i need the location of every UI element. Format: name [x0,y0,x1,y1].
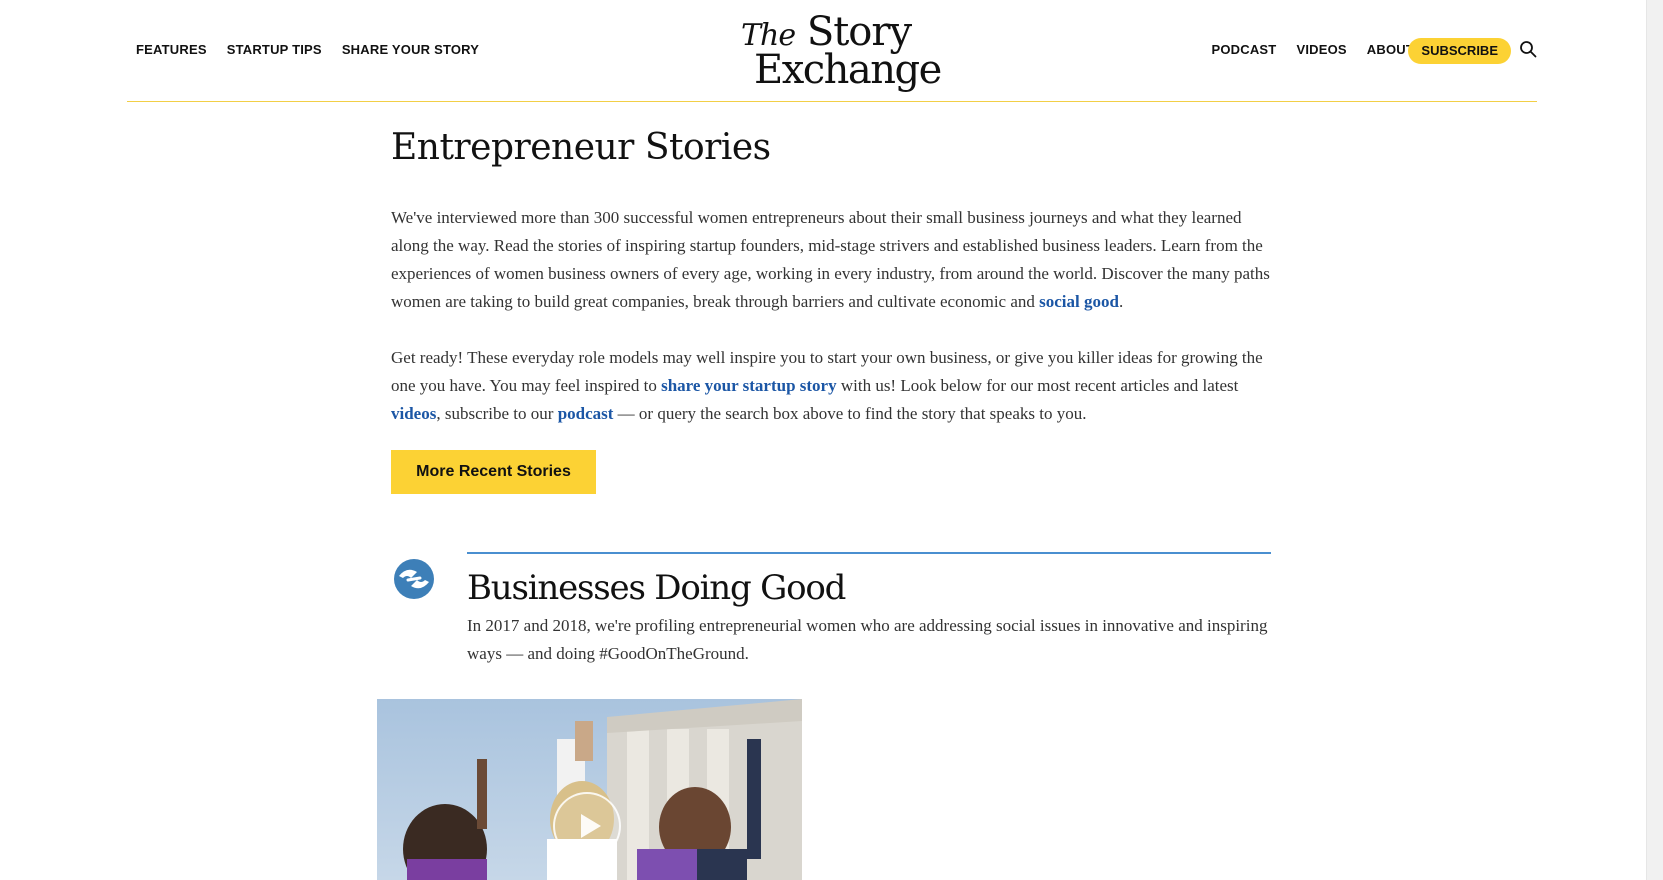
primary-nav-right: PODCAST VIDEOS ABOUT [1211,42,1414,58]
nav-podcast[interactable]: PODCAST [1211,42,1276,58]
subscribe-button[interactable]: SUBSCRIBE [1408,38,1511,64]
videos-link[interactable]: videos [391,404,436,423]
site-header: FEATURES STARTUP TIPS SHARE YOUR STORY T… [127,0,1537,102]
section-title: Businesses Doing Good [467,568,846,608]
intro-paragraph-2-part-d: — or query the search box above to find … [613,404,1087,423]
section-description: In 2017 and 2018, we're profiling entrep… [467,616,1268,663]
logo-word-exchange: Exchange [754,47,942,93]
section-divider [467,552,1271,554]
intro-paragraph-1: We've interviewed more than 300 successf… [391,204,1271,316]
nav-about[interactable]: ABOUT [1367,42,1414,58]
page-title: Entrepreneur Stories [391,127,771,168]
scrollbar[interactable] [1646,0,1663,880]
social-good-link[interactable]: social good [1039,292,1119,311]
podcast-link[interactable]: podcast [558,404,614,423]
search-icon[interactable] [1519,40,1537,58]
intro-paragraph-1-end: . [1118,292,1124,311]
handshake-icon [394,559,434,599]
intro-section: Entrepreneur Stories We've interviewed m… [391,124,1271,494]
nav-share-your-story[interactable]: SHARE YOUR STORY [342,42,479,58]
intro-paragraph-2-part-b: with us! Look below for our most recent … [836,376,1239,395]
intro-paragraph-2-part-c: , subscribe to our [436,404,558,423]
video-thumbnail[interactable] [377,699,802,880]
intro-paragraph-2: Get ready! These everyday role models ma… [391,344,1271,428]
nav-startup-tips[interactable]: STARTUP TIPS [227,42,322,58]
more-recent-stories-button[interactable]: More Recent Stories [391,450,596,494]
play-icon[interactable] [553,792,621,860]
share-startup-story-link[interactable]: share your startup story [661,376,837,395]
intro-paragraph-1-text: We've interviewed more than 300 successf… [391,208,1270,311]
primary-nav-left: FEATURES STARTUP TIPS SHARE YOUR STORY [136,42,479,58]
nav-features[interactable]: FEATURES [136,42,207,58]
site-logo[interactable]: The Story Exchange [738,10,942,94]
nav-videos[interactable]: VIDEOS [1296,42,1346,58]
